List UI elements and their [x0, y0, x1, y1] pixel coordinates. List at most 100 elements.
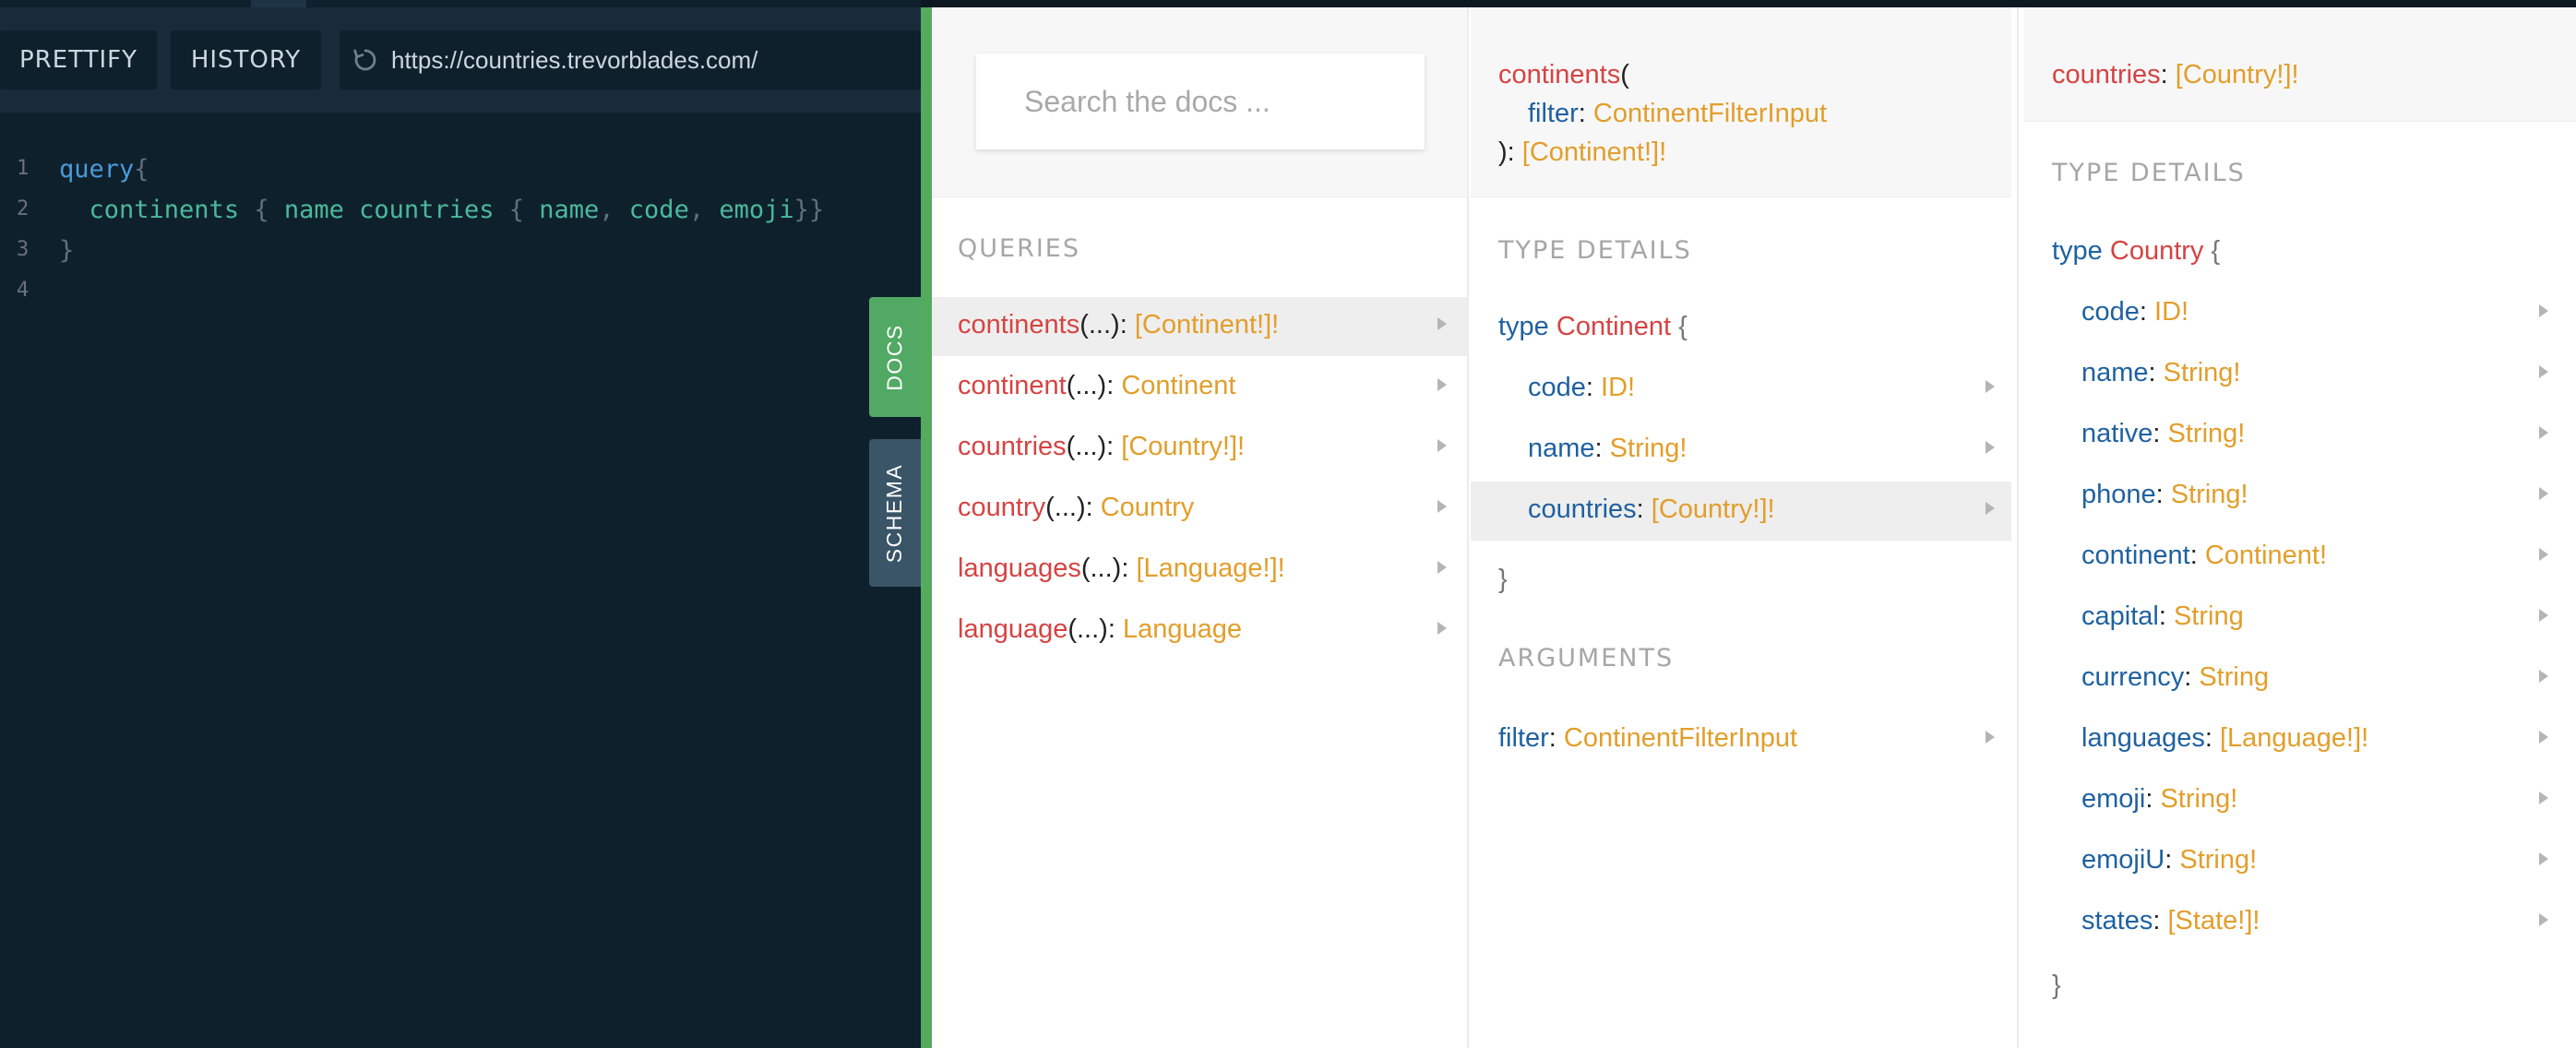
- code-line: 1 query{: [0, 151, 921, 192]
- separator: :: [2165, 845, 2180, 875]
- country-field-capital[interactable]: capital: String: [2024, 589, 2576, 648]
- country-field-continent[interactable]: continent: Continent!: [2024, 528, 2576, 587]
- arg-type-link[interactable]: ContinentFilterInput: [1593, 99, 1827, 128]
- code-editor[interactable]: 1 query{ 2 continents { name countries {…: [0, 113, 921, 1048]
- docs-tab[interactable]: DOCS: [869, 297, 921, 417]
- expand-arrow-icon: [1437, 500, 1447, 513]
- separator: :: [1106, 432, 1122, 461]
- country-field-native[interactable]: native: String!: [2024, 406, 2576, 465]
- query-type: [Country!]!: [1121, 432, 1246, 461]
- field-name: phone: [2081, 480, 2156, 509]
- endpoint-url-input[interactable]: [391, 45, 908, 75]
- field-name: states: [2081, 906, 2153, 935]
- separator: :: [2153, 419, 2168, 448]
- type-field-code[interactable]: code: ID!: [1471, 360, 2017, 419]
- reload-schema-icon[interactable]: [340, 46, 391, 74]
- separator: :: [2139, 297, 2155, 327]
- country-field-states[interactable]: states: [State!]!: [2024, 893, 2576, 952]
- type-field-countries[interactable]: countries: [Country!]!: [1471, 482, 2011, 541]
- brace: {: [134, 155, 149, 184]
- country-field-emoji[interactable]: emoji: String!: [2024, 771, 2576, 830]
- country-field-emojiu[interactable]: emojiU: String!: [2024, 832, 2576, 891]
- queries-section-title: QUERIES: [958, 234, 1080, 263]
- query-args: (...): [1080, 554, 1122, 583]
- query-keyword: query: [59, 155, 135, 184]
- query-item-countries[interactable]: countries(...): [Country!]!: [932, 419, 1467, 478]
- field-type: String!: [2160, 784, 2238, 814]
- field-name: native: [2081, 419, 2153, 448]
- query-item-languages[interactable]: languages(...): [Language!]!: [932, 541, 1467, 600]
- closing-brace: }: [2052, 971, 2061, 1000]
- line-number: 3: [17, 238, 30, 261]
- code-field: name: [283, 196, 344, 224]
- field-name: languages: [2081, 723, 2205, 753]
- field-type: String: [2173, 601, 2244, 631]
- code-line: 4: [0, 273, 921, 314]
- expand-arrow-icon: [2539, 670, 2548, 683]
- code-field: countries: [359, 196, 495, 224]
- query-item-language[interactable]: language(...): Language: [932, 601, 1467, 661]
- field-title-name: continents: [1498, 60, 1621, 89]
- return-type-link[interactable]: [Continent!]!: [1522, 137, 1666, 167]
- field-name: name: [1528, 434, 1595, 463]
- docs-column-countries: countries: [Country!]! TYPE DETAILS type…: [2024, 7, 2576, 1048]
- query-args: (...): [1066, 371, 1107, 400]
- separator: :: [1107, 614, 1123, 644]
- schema-tab[interactable]: SCHEMA: [869, 439, 921, 587]
- query-args: (...): [1067, 614, 1108, 644]
- code-field: emoji: [719, 196, 794, 224]
- type-keyword: type: [1498, 312, 1549, 341]
- argument-name: filter: [1498, 723, 1549, 753]
- docs-resize-handle[interactable]: [921, 7, 932, 1048]
- field-name: continent: [2081, 541, 2190, 570]
- docs-tab-label: DOCS: [882, 323, 907, 391]
- field-type: [Language!]!: [2219, 723, 2369, 753]
- type-name: Country: [2109, 236, 2204, 266]
- line-number: 2: [17, 197, 30, 220]
- arg-name: filter: [1528, 99, 1579, 128]
- endpoint-url-bar: [340, 30, 930, 89]
- field-type: String!: [2163, 358, 2241, 387]
- return-type-link[interactable]: [Country!]!: [2176, 60, 2299, 89]
- country-field-name[interactable]: name: String!: [2024, 345, 2576, 404]
- field-signature-arg: filter: ContinentFilterInput: [1528, 94, 1827, 133]
- field-type: ID!: [2154, 297, 2189, 327]
- country-field-currency[interactable]: currency: String: [2024, 649, 2576, 709]
- docs-search-input[interactable]: [1024, 84, 1412, 119]
- paren-open: (: [1620, 60, 1629, 89]
- field-header: continents( filter: ContinentFilterInput…: [1471, 7, 2011, 197]
- separator: :: [1548, 723, 1564, 753]
- code-field: continents: [89, 196, 240, 224]
- docs-explorer: QUERIES continents(...): [Continent!]! c…: [932, 7, 2576, 1048]
- brace: }}: [793, 196, 825, 224]
- field-title-name: countries: [2052, 60, 2161, 89]
- field-signature-line1: continents(: [1498, 55, 1629, 94]
- brace: }: [59, 236, 75, 265]
- query-item-country[interactable]: country(...): Country: [932, 480, 1467, 539]
- query-name: countries: [958, 432, 1067, 461]
- argument-filter[interactable]: filter: ContinentFilterInput: [1471, 710, 2017, 769]
- country-field-languages[interactable]: languages: [Language!]!: [2024, 710, 2576, 769]
- query-type: [Continent!]!: [1134, 310, 1280, 339]
- query-item-continent[interactable]: continent(...): Continent: [932, 358, 1467, 417]
- query-item-continents[interactable]: continents(...): [Continent!]!: [932, 297, 1467, 356]
- prettify-button[interactable]: PRETTIFY: [0, 30, 157, 89]
- expand-arrow-icon: [2539, 913, 2548, 926]
- expand-arrow-icon: [1437, 561, 1447, 574]
- country-field-phone[interactable]: phone: String!: [2024, 467, 2576, 526]
- paren-close: ):: [1498, 137, 1522, 167]
- separator: :: [1636, 494, 1652, 524]
- separator: :: [2148, 358, 2164, 387]
- country-field-code[interactable]: code: ID!: [2024, 284, 2576, 343]
- history-button[interactable]: HISTORY: [171, 30, 321, 89]
- line-number: 4: [17, 279, 30, 302]
- separator: :: [1578, 99, 1593, 128]
- separator: :: [1085, 493, 1101, 522]
- type-field-name[interactable]: name: String!: [1471, 421, 2017, 480]
- expand-arrow-icon: [1986, 502, 1995, 515]
- code-field: code: [628, 196, 689, 224]
- docs-column-root: QUERIES continents(...): [Continent!]! c…: [932, 7, 1469, 1048]
- expand-arrow-icon: [1437, 378, 1447, 391]
- query-type: [Language!]!: [1136, 554, 1285, 583]
- code-line: 2 continents { name countries { name, co…: [0, 192, 921, 232]
